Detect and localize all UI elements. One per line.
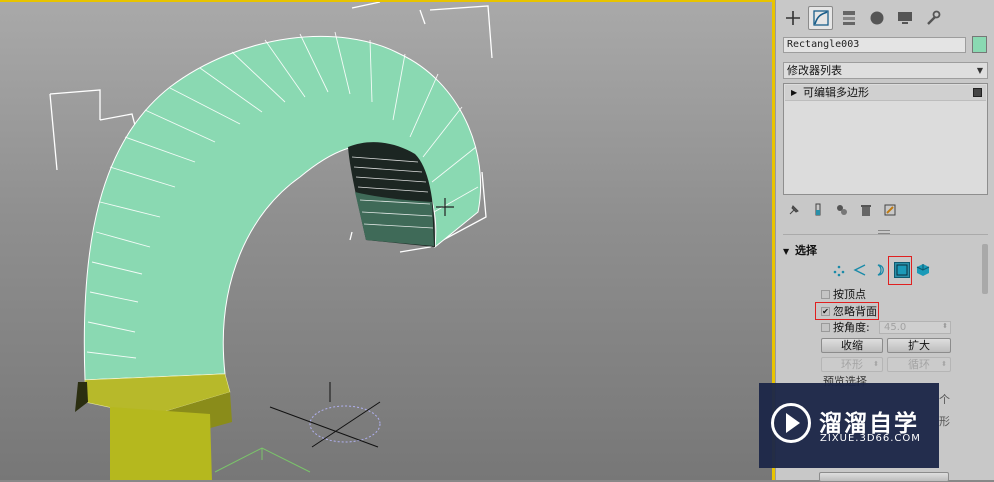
watermark-subtitle: ZIXUE.3D66.COM: [820, 433, 921, 444]
modifier-list-label: 修改器列表: [787, 64, 842, 77]
configure-icon: [884, 204, 896, 216]
edge-icon: [853, 264, 866, 276]
loop-button-label: 循环: [908, 358, 930, 371]
collapse-icon: ▼: [783, 247, 790, 256]
display-tab[interactable]: [892, 6, 917, 30]
grow-button-label: 扩大: [908, 339, 930, 352]
create-tab[interactable]: [780, 6, 805, 30]
make-unique-icon: [837, 205, 847, 215]
chevron-down-icon: ▼: [976, 66, 983, 75]
play-icon: [786, 413, 800, 433]
checkbox[interactable]: [821, 290, 830, 299]
loop-button[interactable]: 循环 ⬍: [887, 357, 951, 372]
command-panel-tabs: [780, 6, 945, 30]
selection-rollout-header[interactable]: ▼ 选择: [783, 242, 817, 258]
pin-icon: [789, 205, 799, 215]
modifier-stack[interactable]: ▶ 可编辑多边形: [783, 83, 988, 195]
modify-tab[interactable]: [808, 6, 833, 30]
border-icon: [877, 264, 884, 276]
object-color-swatch[interactable]: [972, 36, 987, 53]
vertex-level-button[interactable]: [831, 262, 847, 278]
plus-icon: [785, 11, 800, 25]
hierarchy-tab[interactable]: [836, 6, 861, 30]
by-angle-value: 45.0: [884, 322, 907, 333]
by-vertex-checkbox[interactable]: 按顶点: [821, 288, 866, 301]
pin-stack-button[interactable]: [785, 202, 803, 218]
by-angle-spinner[interactable]: 45.0 ⬍: [879, 321, 951, 334]
spinner-arrows-icon[interactable]: ⬍: [941, 358, 947, 371]
spinner-arrows-icon[interactable]: ⬍: [942, 321, 948, 332]
ignore-backfacing-highlight-box: [815, 302, 879, 320]
checkbox[interactable]: [821, 323, 830, 332]
wrench-icon: [926, 10, 940, 25]
modify-curve-icon: [812, 10, 829, 26]
remove-modifier-button[interactable]: [857, 202, 875, 218]
panel-divider: [783, 234, 988, 235]
grow-button[interactable]: 扩大: [887, 338, 951, 353]
expand-arrow-icon[interactable]: ▶: [791, 85, 797, 100]
by-vertex-label: 按顶点: [833, 288, 866, 301]
pivot-gizmo: [214, 382, 381, 473]
viewport-scene[interactable]: [0, 2, 774, 480]
monitor-icon: [897, 12, 912, 24]
by-angle-checkbox[interactable]: 按角度:: [821, 321, 870, 334]
modifier-stack-item[interactable]: ▶ 可编辑多边形: [785, 85, 986, 101]
end-result-icon: [815, 203, 821, 216]
element-icon: [916, 264, 930, 276]
arch-mesh[interactable]: [83, 31, 482, 381]
border-level-button[interactable]: [873, 262, 889, 278]
hierarchy-icon: [842, 11, 855, 25]
spinner-arrows-icon[interactable]: ⬍: [873, 358, 879, 371]
selection-rollout-title: 选择: [795, 244, 817, 257]
modifier-list-dropdown[interactable]: 修改器列表 ▼: [783, 62, 988, 79]
bottom-button[interactable]: [819, 472, 949, 482]
polygon-highlight-box: [888, 256, 912, 285]
vertex-icon: [833, 265, 845, 277]
panel-scrollbar[interactable]: [982, 244, 988, 294]
perspective-viewport[interactable]: [0, 0, 774, 480]
motion-tab[interactable]: [864, 6, 889, 30]
ring-button-label: 环形: [841, 358, 863, 371]
by-angle-label: 按角度:: [833, 321, 870, 334]
element-level-button[interactable]: [915, 262, 931, 278]
show-end-result-button[interactable]: [809, 202, 827, 218]
modifier-toggle-icon[interactable]: [973, 88, 982, 97]
configure-modifier-sets-button[interactable]: [881, 202, 899, 218]
shrink-button-label: 收缩: [841, 339, 863, 352]
make-unique-button[interactable]: [833, 202, 851, 218]
subobject-level-buttons: [831, 262, 931, 278]
ring-button[interactable]: 环形 ⬍: [821, 357, 883, 372]
motion-icon: [870, 11, 883, 25]
base-block[interactable]: [75, 373, 232, 480]
stack-tools: [785, 202, 899, 218]
utilities-tab[interactable]: [920, 6, 945, 30]
partial-text: 形: [939, 415, 950, 428]
watermark-logo: 溜溜自学 ZIXUE.3D66.COM: [759, 383, 939, 468]
rollout-grip-icon[interactable]: [878, 230, 890, 234]
shrink-button[interactable]: 收缩: [821, 338, 883, 353]
trash-icon: [861, 205, 871, 216]
partial-text: 个: [939, 393, 950, 406]
edge-level-button[interactable]: [852, 262, 868, 278]
modifier-stack-item-label: 可编辑多边形: [803, 86, 869, 99]
object-name-field[interactable]: Rectangle003: [783, 37, 966, 53]
